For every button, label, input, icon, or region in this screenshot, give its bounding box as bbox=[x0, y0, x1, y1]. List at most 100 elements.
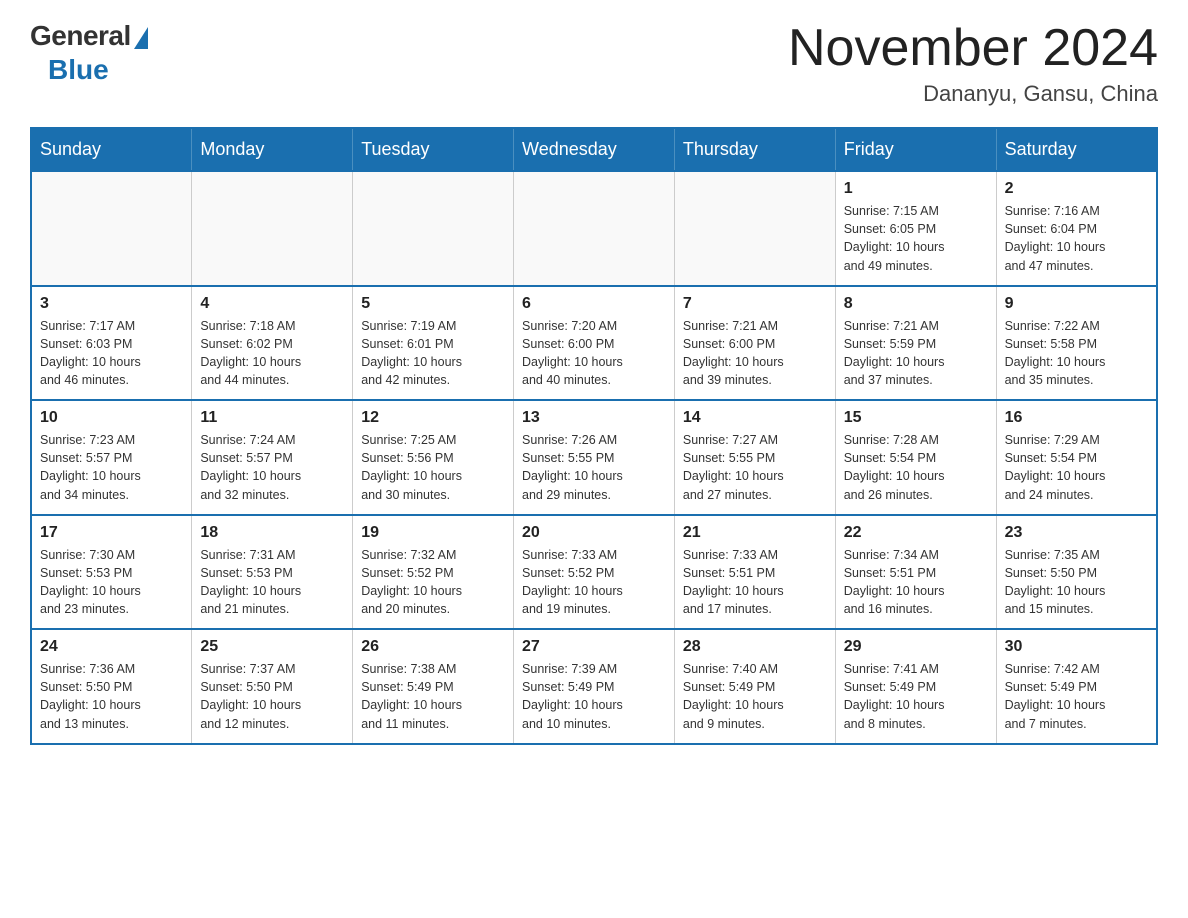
day-info: Sunrise: 7:40 AM Sunset: 5:49 PM Dayligh… bbox=[683, 660, 827, 733]
day-info: Sunrise: 7:38 AM Sunset: 5:49 PM Dayligh… bbox=[361, 660, 505, 733]
day-info: Sunrise: 7:20 AM Sunset: 6:00 PM Dayligh… bbox=[522, 317, 666, 390]
day-info: Sunrise: 7:39 AM Sunset: 5:49 PM Dayligh… bbox=[522, 660, 666, 733]
day-info: Sunrise: 7:19 AM Sunset: 6:01 PM Dayligh… bbox=[361, 317, 505, 390]
calendar-week-row: 24 Sunrise: 7:36 AM Sunset: 5:50 PM Dayli… bbox=[31, 629, 1157, 744]
day-info: Sunrise: 7:37 AM Sunset: 5:50 PM Dayligh… bbox=[200, 660, 344, 733]
calendar-cell: 27Sunrise: 7:39 AM Sunset: 5:49 PM Dayli… bbox=[514, 629, 675, 744]
day-number: 23 bbox=[1005, 524, 1148, 542]
day-number: 18 bbox=[200, 524, 344, 542]
day-number: 19 bbox=[361, 524, 505, 542]
logo-general-text: General bbox=[30, 20, 131, 52]
day-number: 1 bbox=[844, 180, 988, 198]
weekday-header-thursday: Thursday bbox=[674, 128, 835, 171]
day-info: Sunrise: 7:27 AM Sunset: 5:55 PM Dayligh… bbox=[683, 431, 827, 504]
calendar-cell: 3Sunrise: 7:17 AM Sunset: 6:03 PM Daylig… bbox=[31, 286, 192, 401]
calendar-cell: 30 Sunrise: 7:42 AM Sunset: 5:49 PM Dayli… bbox=[996, 629, 1157, 744]
day-number: 16 bbox=[1005, 409, 1148, 427]
month-year-title: November 2024 bbox=[788, 20, 1158, 77]
day-number: 11 bbox=[200, 409, 344, 427]
day-info: Sunrise: 7:17 AM Sunset: 6:03 PM Dayligh… bbox=[40, 317, 183, 390]
calendar-cell: 9 Sunrise: 7:22 AM Sunset: 5:58 PM Daylig… bbox=[996, 286, 1157, 401]
calendar-cell: 16Sunrise: 7:29 AM Sunset: 5:54 PM Dayli… bbox=[996, 400, 1157, 515]
weekday-header-tuesday: Tuesday bbox=[353, 128, 514, 171]
day-number: 25 bbox=[200, 638, 344, 656]
day-info: Sunrise: 7:35 AM Sunset: 5:50 PM Dayligh… bbox=[1005, 546, 1148, 619]
day-number: 4 bbox=[200, 295, 344, 313]
calendar-cell: 25 Sunrise: 7:37 AM Sunset: 5:50 PM Dayli… bbox=[192, 629, 353, 744]
calendar-week-row: 1Sunrise: 7:15 AM Sunset: 6:05 PM Daylig… bbox=[31, 171, 1157, 286]
day-number: 8 bbox=[844, 295, 988, 313]
calendar-cell bbox=[674, 171, 835, 286]
weekday-header-row: SundayMondayTuesdayWednesdayThursdayFrid… bbox=[31, 128, 1157, 171]
calendar-cell: 17 Sunrise: 7:30 AM Sunset: 5:53 PM Dayli… bbox=[31, 515, 192, 630]
calendar-cell bbox=[192, 171, 353, 286]
title-area: November 2024 Dananyu, Gansu, China bbox=[788, 20, 1158, 107]
calendar-cell: 23 Sunrise: 7:35 AM Sunset: 5:50 PM Dayli… bbox=[996, 515, 1157, 630]
calendar-cell: 11 Sunrise: 7:24 AM Sunset: 5:57 PM Dayli… bbox=[192, 400, 353, 515]
calendar-table: SundayMondayTuesdayWednesdayThursdayFrid… bbox=[30, 127, 1158, 745]
weekday-header-sunday: Sunday bbox=[31, 128, 192, 171]
day-number: 20 bbox=[522, 524, 666, 542]
calendar-cell: 20 Sunrise: 7:33 AM Sunset: 5:52 PM Dayli… bbox=[514, 515, 675, 630]
day-info: Sunrise: 7:21 AM Sunset: 5:59 PM Dayligh… bbox=[844, 317, 988, 390]
day-info: Sunrise: 7:36 AM Sunset: 5:50 PM Dayligh… bbox=[40, 660, 183, 733]
day-info: Sunrise: 7:42 AM Sunset: 5:49 PM Dayligh… bbox=[1005, 660, 1148, 733]
day-number: 15 bbox=[844, 409, 988, 427]
calendar-cell bbox=[353, 171, 514, 286]
day-info: Sunrise: 7:23 AM Sunset: 5:57 PM Dayligh… bbox=[40, 431, 183, 504]
day-number: 10 bbox=[40, 409, 183, 427]
day-info: Sunrise: 7:32 AM Sunset: 5:52 PM Dayligh… bbox=[361, 546, 505, 619]
day-number: 21 bbox=[683, 524, 827, 542]
day-number: 24 bbox=[40, 638, 183, 656]
day-info: Sunrise: 7:21 AM Sunset: 6:00 PM Dayligh… bbox=[683, 317, 827, 390]
calendar-cell: 24 Sunrise: 7:36 AM Sunset: 5:50 PM Dayli… bbox=[31, 629, 192, 744]
day-number: 14 bbox=[683, 409, 827, 427]
day-number: 30 bbox=[1005, 638, 1148, 656]
day-info: Sunrise: 7:24 AM Sunset: 5:57 PM Dayligh… bbox=[200, 431, 344, 504]
calendar-week-row: 17 Sunrise: 7:30 AM Sunset: 5:53 PM Dayli… bbox=[31, 515, 1157, 630]
day-number: 13 bbox=[522, 409, 666, 427]
day-info: Sunrise: 7:30 AM Sunset: 5:53 PM Dayligh… bbox=[40, 546, 183, 619]
location-subtitle: Dananyu, Gansu, China bbox=[788, 81, 1158, 107]
day-number: 22 bbox=[844, 524, 988, 542]
weekday-header-saturday: Saturday bbox=[996, 128, 1157, 171]
calendar-week-row: 10 Sunrise: 7:23 AM Sunset: 5:57 PM Dayli… bbox=[31, 400, 1157, 515]
day-info: Sunrise: 7:33 AM Sunset: 5:51 PM Dayligh… bbox=[683, 546, 827, 619]
weekday-header-friday: Friday bbox=[835, 128, 996, 171]
calendar-cell: 6 Sunrise: 7:20 AM Sunset: 6:00 PM Daylig… bbox=[514, 286, 675, 401]
day-info: Sunrise: 7:16 AM Sunset: 6:04 PM Dayligh… bbox=[1005, 202, 1148, 275]
day-number: 6 bbox=[522, 295, 666, 313]
calendar-cell: 7 Sunrise: 7:21 AM Sunset: 6:00 PM Daylig… bbox=[674, 286, 835, 401]
calendar-cell: 19 Sunrise: 7:32 AM Sunset: 5:52 PM Dayli… bbox=[353, 515, 514, 630]
calendar-cell: 5Sunrise: 7:19 AM Sunset: 6:01 PM Daylig… bbox=[353, 286, 514, 401]
logo-blue-text: Blue bbox=[48, 54, 109, 86]
header: General Blue November 2024 Dananyu, Gans… bbox=[30, 20, 1158, 107]
day-number: 29 bbox=[844, 638, 988, 656]
weekday-header-wednesday: Wednesday bbox=[514, 128, 675, 171]
calendar-cell: 15 Sunrise: 7:28 AM Sunset: 5:54 PM Dayli… bbox=[835, 400, 996, 515]
calendar-cell: 22 Sunrise: 7:34 AM Sunset: 5:51 PM Dayli… bbox=[835, 515, 996, 630]
calendar-cell bbox=[514, 171, 675, 286]
calendar-cell: 12 Sunrise: 7:25 AM Sunset: 5:56 PM Dayli… bbox=[353, 400, 514, 515]
day-info: Sunrise: 7:25 AM Sunset: 5:56 PM Dayligh… bbox=[361, 431, 505, 504]
day-number: 26 bbox=[361, 638, 505, 656]
day-number: 28 bbox=[683, 638, 827, 656]
day-number: 9 bbox=[1005, 295, 1148, 313]
day-number: 7 bbox=[683, 295, 827, 313]
calendar-cell: 26 Sunrise: 7:38 AM Sunset: 5:49 PM Dayli… bbox=[353, 629, 514, 744]
day-number: 17 bbox=[40, 524, 183, 542]
day-info: Sunrise: 7:22 AM Sunset: 5:58 PM Dayligh… bbox=[1005, 317, 1148, 390]
calendar-cell: 28 Sunrise: 7:40 AM Sunset: 5:49 PM Dayli… bbox=[674, 629, 835, 744]
day-info: Sunrise: 7:41 AM Sunset: 5:49 PM Dayligh… bbox=[844, 660, 988, 733]
day-info: Sunrise: 7:28 AM Sunset: 5:54 PM Dayligh… bbox=[844, 431, 988, 504]
logo: General Blue bbox=[30, 20, 148, 86]
calendar-cell: 2Sunrise: 7:16 AM Sunset: 6:04 PM Daylig… bbox=[996, 171, 1157, 286]
calendar-cell: 1Sunrise: 7:15 AM Sunset: 6:05 PM Daylig… bbox=[835, 171, 996, 286]
calendar-cell: 29 Sunrise: 7:41 AM Sunset: 5:49 PM Dayli… bbox=[835, 629, 996, 744]
day-number: 12 bbox=[361, 409, 505, 427]
weekday-header-monday: Monday bbox=[192, 128, 353, 171]
calendar-cell: 10 Sunrise: 7:23 AM Sunset: 5:57 PM Dayli… bbox=[31, 400, 192, 515]
calendar-cell bbox=[31, 171, 192, 286]
day-info: Sunrise: 7:33 AM Sunset: 5:52 PM Dayligh… bbox=[522, 546, 666, 619]
day-info: Sunrise: 7:34 AM Sunset: 5:51 PM Dayligh… bbox=[844, 546, 988, 619]
